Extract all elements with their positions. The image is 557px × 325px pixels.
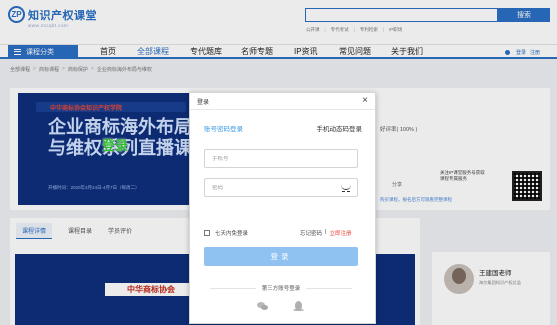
password-field[interactable] [204,178,358,197]
qq-icon[interactable] [293,301,305,311]
remember-checkbox[interactable] [204,230,210,236]
remember-label: 七天内免登录 [215,231,249,237]
links-divider: | [325,229,327,235]
phone-field[interactable] [204,149,358,168]
third-party-label: 第三方账号登录 [261,286,301,292]
login-modal: 登录 × 账号密码登录 手机动态码登录 七天内免登录 忘记密码 | 立即注册 登… [189,92,376,324]
watermark-text: 登录 [102,138,129,153]
phone-input[interactable] [212,155,332,162]
wechat-icon[interactable] [257,301,269,311]
login-button[interactable]: 登录 [204,247,358,266]
third-party-divider: 第三方账号登录 [204,284,358,292]
eye-closed-icon[interactable] [341,185,351,192]
modal-title: 登录 [197,99,210,106]
modal-header: 登录 × [190,93,375,110]
password-input[interactable] [212,184,332,191]
tab-account-login[interactable]: 账号密码登录 [204,123,243,133]
login-tabs: 账号密码登录 手机动态码登录 [204,123,362,133]
forgot-password-link[interactable]: 忘记密码 [300,229,322,237]
close-icon[interactable]: × [362,96,368,106]
remember-me[interactable]: 七天内免登录 [204,229,248,237]
tab-sms-login[interactable]: 手机动态码登录 [317,123,363,133]
account-links: 忘记密码 | 立即注册 [300,229,351,237]
register-link[interactable]: 立即注册 [329,229,351,237]
